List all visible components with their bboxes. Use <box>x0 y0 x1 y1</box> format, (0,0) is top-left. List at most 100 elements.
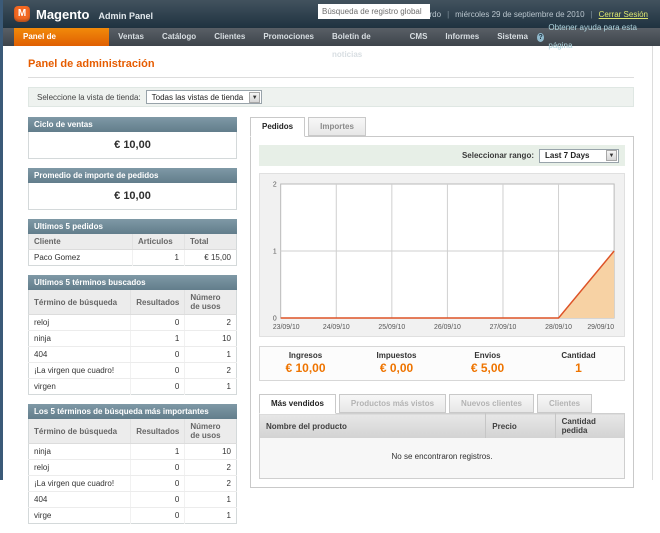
lifetime-sales-value: € 10,00 <box>28 132 237 159</box>
term-cell: virge <box>29 508 131 524</box>
table-row[interactable]: Paco Gomez 1 € 15,00 <box>29 250 237 266</box>
uses-cell: 1 <box>185 508 237 524</box>
logout-link[interactable]: Cerrar Sesión <box>599 10 648 19</box>
uses-cell: 1 <box>185 347 237 363</box>
term-cell: ¡La virgen que cuadro! <box>29 476 131 492</box>
svg-text:25/09/10: 25/09/10 <box>378 324 405 331</box>
main-nav: Panel de administración Ventas Catálogo … <box>0 28 660 46</box>
range-select[interactable]: Last 7 Days ▼ <box>539 149 619 163</box>
separator: | <box>591 10 593 19</box>
total-shipping: Envios € 5,00 <box>442 351 533 375</box>
results-cell: 0 <box>131 476 185 492</box>
logo-suffix: Admin Panel <box>98 8 153 21</box>
term-cell: ¡La virgen que cuadro! <box>29 363 131 379</box>
help-icon: ? <box>537 33 545 42</box>
table-row[interactable]: ¡La virgen que cuadro! 0 2 <box>29 476 237 492</box>
uses-cell: 2 <box>185 315 237 331</box>
term-cell: 404 <box>29 492 131 508</box>
svg-text:28/09/10: 28/09/10 <box>545 324 572 331</box>
column-header: Articulos <box>133 234 185 250</box>
orders-chart: 01223/09/1024/09/1025/09/1026/09/1027/09… <box>263 177 621 333</box>
last-search-terms-title: Ultimos 5 términos buscados <box>28 275 237 290</box>
magento-logo: M Magento Admin Panel <box>14 6 153 22</box>
table-row[interactable]: reloj 0 2 <box>29 460 237 476</box>
results-cell: 1 <box>131 444 185 460</box>
table-row[interactable]: 404 0 1 <box>29 492 237 508</box>
tab-most-viewed[interactable]: Productos más vistos <box>339 394 446 413</box>
magento-logo-icon: M <box>14 6 30 22</box>
nav-item-sales[interactable]: Ventas <box>109 28 153 46</box>
dashboard-sidebar: Ciclo de ventas € 10,00 Promedio de impo… <box>28 117 237 533</box>
uses-cell: 2 <box>185 476 237 492</box>
nav-item-reports[interactable]: Informes <box>436 28 488 46</box>
results-cell: 0 <box>131 347 185 363</box>
table-row[interactable]: virgen 0 1 <box>29 379 237 395</box>
total-label: Envios <box>442 351 533 360</box>
table-row[interactable]: reloj 0 2 <box>29 315 237 331</box>
lifetime-sales-title: Ciclo de ventas <box>28 117 237 132</box>
last-orders-title: Ultimos 5 pedidos <box>28 219 237 234</box>
total-value: € 5,00 <box>442 361 533 375</box>
nav-item-customers[interactable]: Clientes <box>205 28 254 46</box>
results-cell: 0 <box>131 379 185 395</box>
top-search-terms-table: Término de búsqueda Resultados Número de… <box>28 419 237 524</box>
top-search-terms-title: Los 5 términos de búsqueda más important… <box>28 404 237 419</box>
uses-cell: 1 <box>185 379 237 395</box>
lifetime-sales-box: Ciclo de ventas € 10,00 <box>28 117 237 159</box>
tab-amounts[interactable]: Importes <box>308 117 366 136</box>
table-row[interactable]: 404 0 1 <box>29 347 237 363</box>
store-view-select[interactable]: Todas las vistas de tienda ▼ <box>146 90 263 104</box>
chevron-down-icon: ▼ <box>606 150 617 161</box>
svg-text:0: 0 <box>273 315 277 322</box>
global-search-input[interactable] <box>318 4 430 19</box>
window-left-border <box>0 0 3 480</box>
logo-name: Magento <box>36 7 89 22</box>
table-row[interactable]: ninja 1 10 <box>29 331 237 347</box>
total-value: € 0,00 <box>351 361 442 375</box>
svg-text:23/09/10: 23/09/10 <box>273 324 300 331</box>
column-header: Cliente <box>29 234 133 250</box>
results-cell: 1 <box>131 331 185 347</box>
uses-cell: 2 <box>185 460 237 476</box>
nav-item-catalog[interactable]: Catálogo <box>153 28 205 46</box>
last-orders-table: Cliente Articulos Total Paco Gomez 1 € 1… <box>28 234 237 266</box>
tab-new-customers[interactable]: Nuevos clientes <box>449 394 534 413</box>
tab-bestsellers[interactable]: Más vendidos <box>259 394 336 414</box>
nav-item-cms[interactable]: CMS <box>401 28 437 46</box>
uses-cell: 1 <box>185 492 237 508</box>
window-right-border <box>652 46 653 480</box>
total-revenue: Ingresos € 10,00 <box>260 351 351 375</box>
store-view-label: Seleccione la vista de tienda: <box>37 93 141 102</box>
orders-chart-container: 01223/09/1024/09/1025/09/1026/09/1027/09… <box>259 173 625 337</box>
nav-item-newsletter[interactable]: Boletín de noticias <box>323 28 401 46</box>
nav-item-promotions[interactable]: Promociones <box>254 28 323 46</box>
tab-orders[interactable]: Pedidos <box>250 117 305 137</box>
column-header: Precio <box>486 414 555 439</box>
nav-item-system[interactable]: Sistema <box>488 28 537 46</box>
help-link[interactable]: ? Obtener ayuda para esta página <box>537 28 644 46</box>
results-cell: 0 <box>131 460 185 476</box>
table-header-row: Término de búsqueda Resultados Número de… <box>29 419 237 444</box>
table-row[interactable]: virge 0 1 <box>29 508 237 524</box>
average-orders-title: Promedio de importe de pedidos <box>28 168 237 183</box>
term-cell: virgen <box>29 379 131 395</box>
dashboard-main: Pedidos Importes Seleccionar rango: Last… <box>250 117 634 488</box>
column-header: Número de usos <box>185 290 237 315</box>
page-title: Panel de administración <box>28 58 634 70</box>
table-row[interactable]: ¡La virgen que cuadro! 0 2 <box>29 363 237 379</box>
term-cell: ninja <box>29 444 131 460</box>
table-row[interactable]: ninja 1 10 <box>29 444 237 460</box>
total-value: € 10,00 <box>260 361 351 375</box>
table-header-row: Cliente Articulos Total <box>29 234 237 250</box>
average-orders-value: € 10,00 <box>28 183 237 210</box>
nav-item-dashboard[interactable]: Panel de administración <box>14 28 109 46</box>
results-cell: 0 <box>131 363 185 379</box>
range-selected: Last 7 Days <box>540 151 594 160</box>
column-header: Cantidad pedida <box>555 414 624 439</box>
term-cell: reloj <box>29 460 131 476</box>
column-header: Término de búsqueda <box>29 290 131 315</box>
column-header: Término de búsqueda <box>29 419 131 444</box>
tab-customers[interactable]: Clientes <box>537 394 592 413</box>
top-search-terms-box: Los 5 términos de búsqueda más important… <box>28 404 237 524</box>
diagram-tabs: Pedidos Importes <box>250 117 634 136</box>
